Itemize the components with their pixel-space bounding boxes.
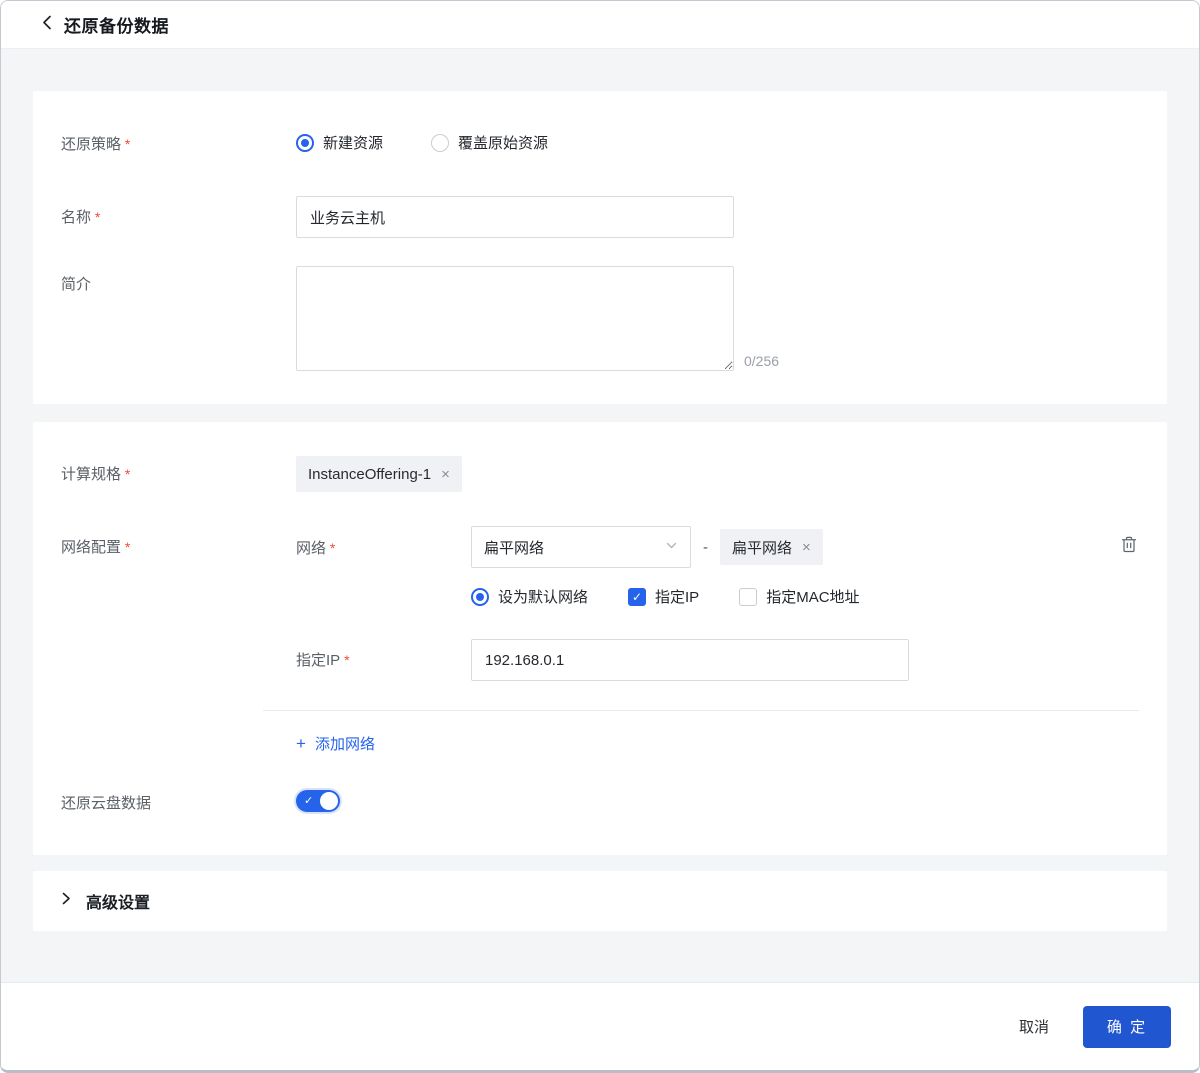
check-icon: ✓ bbox=[304, 794, 313, 808]
form-body: 还原策略 新建资源 覆盖原始资源 名称 简介 bbox=[1, 49, 1199, 982]
delete-network-button[interactable] bbox=[1121, 536, 1137, 558]
assign-mac-label: 指定MAC地址 bbox=[766, 586, 859, 607]
network-select-line: 网络 扁平网络 - 扁平网络 × bbox=[296, 526, 1139, 568]
network-select-value: 扁平网络 bbox=[484, 537, 544, 558]
toggle-knob bbox=[320, 792, 338, 810]
plus-icon: + bbox=[296, 735, 306, 752]
radio-overwrite-resource[interactable]: 覆盖原始资源 bbox=[431, 132, 548, 153]
page-header: 还原备份数据 bbox=[1, 1, 1199, 49]
instance-offering-row: 计算规格 InstanceOffering-1 × bbox=[61, 456, 1139, 492]
description-row: 简介 0/256 bbox=[61, 266, 1139, 371]
network-divider bbox=[263, 710, 1139, 711]
name-row: 名称 bbox=[61, 196, 1139, 238]
ip-label: 指定IP bbox=[296, 639, 471, 681]
restore-backup-dialog: 还原备份数据 还原策略 新建资源 覆盖原始资源 名称 bbox=[0, 0, 1200, 1073]
name-input[interactable] bbox=[296, 196, 734, 238]
close-icon[interactable]: × bbox=[802, 539, 811, 556]
radio-default-network[interactable]: 设为默认网络 bbox=[471, 586, 588, 607]
network-select[interactable]: 扁平网络 bbox=[471, 526, 691, 568]
radio-new-resource-label: 新建资源 bbox=[323, 132, 383, 153]
page-title: 还原备份数据 bbox=[64, 12, 169, 37]
radio-new-resource[interactable]: 新建资源 bbox=[296, 132, 383, 153]
dialog-footer: 取消 确 定 bbox=[1, 982, 1199, 1070]
back-button[interactable] bbox=[41, 14, 52, 36]
default-network-label: 设为默认网络 bbox=[498, 586, 588, 607]
checkbox-assign-mac[interactable]: 指定MAC地址 bbox=[739, 586, 859, 607]
add-network-button[interactable]: + 添加网络 bbox=[296, 733, 375, 754]
description-label: 简介 bbox=[61, 266, 296, 371]
resource-config-card: 计算规格 InstanceOffering-1 × 网络配置 网络 扁平网络 bbox=[33, 422, 1167, 855]
network-options-row: 设为默认网络 ✓ 指定IP 指定MAC地址 bbox=[471, 586, 1139, 607]
radio-selected-icon bbox=[471, 588, 489, 606]
instance-offering-tag-text: InstanceOffering-1 bbox=[308, 466, 431, 483]
restore-strategy-row: 还原策略 新建资源 覆盖原始资源 bbox=[61, 131, 1139, 154]
instance-offering-tag: InstanceOffering-1 × bbox=[296, 456, 462, 492]
assign-ip-row: 指定IP bbox=[296, 639, 1139, 681]
checkbox-assign-ip[interactable]: ✓ 指定IP bbox=[628, 586, 699, 607]
network-label: 网络 bbox=[296, 537, 471, 558]
restore-strategy-label: 还原策略 bbox=[61, 131, 296, 154]
char-counter: 0/256 bbox=[744, 353, 779, 371]
advanced-settings-label: 高级设置 bbox=[86, 889, 150, 913]
checkbox-empty-icon bbox=[739, 588, 757, 606]
instance-offering-label: 计算规格 bbox=[61, 456, 296, 492]
chevron-left-icon bbox=[41, 14, 52, 36]
check-icon: ✓ bbox=[628, 588, 646, 606]
separator-dash: - bbox=[703, 539, 708, 556]
advanced-settings-toggle[interactable]: 高级设置 bbox=[33, 871, 1167, 931]
radio-unselected-icon bbox=[431, 134, 449, 152]
close-icon[interactable]: × bbox=[441, 466, 450, 483]
assign-ip-label: 指定IP bbox=[655, 586, 699, 607]
restore-volume-toggle[interactable]: ✓ bbox=[296, 790, 340, 812]
network-tag-text: 扁平网络 bbox=[732, 537, 792, 558]
ip-input[interactable] bbox=[471, 639, 909, 681]
network-config-label: 网络配置 bbox=[61, 526, 296, 754]
add-network-label: 添加网络 bbox=[315, 733, 375, 754]
name-label: 名称 bbox=[61, 196, 296, 238]
confirm-button[interactable]: 确 定 bbox=[1083, 1006, 1171, 1048]
restore-volume-label: 还原云盘数据 bbox=[61, 790, 296, 813]
chevron-right-icon bbox=[61, 891, 72, 911]
cancel-button[interactable]: 取消 bbox=[1015, 1008, 1053, 1045]
radio-overwrite-resource-label: 覆盖原始资源 bbox=[458, 132, 548, 153]
trash-icon bbox=[1121, 536, 1137, 558]
radio-selected-icon bbox=[296, 134, 314, 152]
restore-volume-row: 还原云盘数据 ✓ bbox=[61, 790, 1139, 813]
network-config-row: 网络配置 网络 扁平网络 - 扁平网络 × bbox=[61, 526, 1139, 754]
description-textarea[interactable] bbox=[296, 266, 734, 371]
basic-info-card: 还原策略 新建资源 覆盖原始资源 名称 简介 bbox=[33, 91, 1167, 404]
network-tag: 扁平网络 × bbox=[720, 529, 823, 565]
chevron-down-icon bbox=[665, 539, 678, 556]
